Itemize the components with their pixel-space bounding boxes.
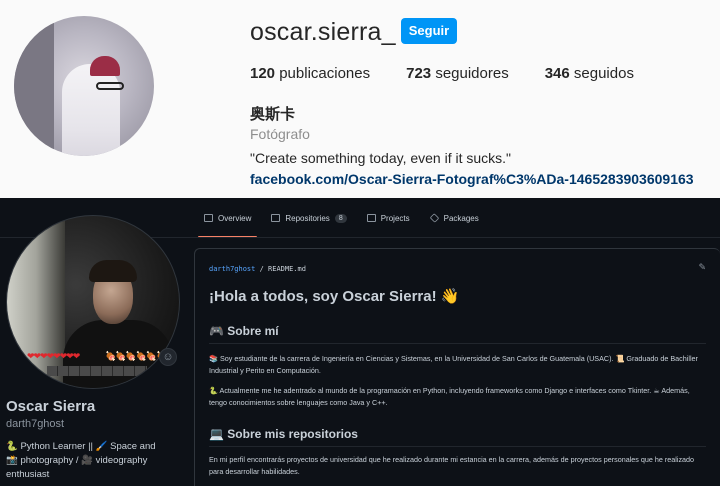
ghost-costume-figure xyxy=(62,64,120,156)
readme-path-separator: / xyxy=(255,265,269,273)
github-bio: 🐍 Python Learner || 🖌️ Space and 📸 photo… xyxy=(6,441,156,480)
github-username: darth7ghost xyxy=(6,418,65,430)
set-status-smiley-icon[interactable]: ☺ xyxy=(159,348,177,366)
section-about-paragraph-2: 🐍 Actualmente me he adentrado al mundo d… xyxy=(209,386,690,407)
readme-path: darth7ghost / README.md xyxy=(209,265,306,273)
repo-icon xyxy=(271,214,281,222)
instagram-category: Fotógrafo xyxy=(250,126,310,142)
readme-card: darth7ghost / README.md ✎ ¡Hola a todos,… xyxy=(194,248,720,486)
tab-packages-label: Packages xyxy=(443,213,479,223)
instagram-profile-header: oscar.sierra_ Seguir 120 publicaciones 7… xyxy=(0,0,720,198)
readme-heading: ¡Hola a todos, soy Oscar Sierra! 👋 xyxy=(209,288,460,305)
avatar-hair xyxy=(89,260,137,282)
followers-label: seguidores xyxy=(435,65,509,82)
github-avatar[interactable]: ❤❤❤❤❤❤❤❤ 🍖🍖🍖🍖🍖🍖🍖 xyxy=(6,215,180,389)
readme-filename: README.md xyxy=(268,265,306,273)
glasses xyxy=(96,82,124,90)
tab-projects-label: Projects xyxy=(380,213,410,223)
tab-projects[interactable]: Projects xyxy=(357,198,420,238)
tab-repositories[interactable]: Repositories 8 xyxy=(261,198,356,238)
instagram-avatar[interactable] xyxy=(14,16,154,156)
profile-stats: 120 publicaciones 723 seguidores 346 seg… xyxy=(250,65,670,82)
beanie-hat xyxy=(90,56,120,76)
posts-label: publicaciones xyxy=(279,65,371,82)
profile-tabs: Overview Repositories 8 Projects Package… xyxy=(194,198,489,238)
avatar-background-wall xyxy=(14,16,54,156)
section-about-title: 🎮 Sobre mí xyxy=(209,324,279,338)
section-about-divider xyxy=(209,343,706,344)
follow-button[interactable]: Seguir xyxy=(401,18,457,44)
following-count: 346 xyxy=(544,65,570,82)
instagram-username: oscar.sierra_ xyxy=(250,18,396,46)
following-label: seguidos xyxy=(573,65,634,82)
package-icon xyxy=(429,213,439,223)
github-profile: Overview Repositories 8 Projects Package… xyxy=(0,198,720,486)
tab-overview-label: Overview xyxy=(218,213,252,223)
following-stat[interactable]: 346 seguidos xyxy=(545,65,634,82)
avatar-window-light xyxy=(7,216,65,388)
book-icon xyxy=(204,214,213,222)
section-repos-divider xyxy=(209,446,706,447)
edit-pencil-icon[interactable]: ✎ xyxy=(698,262,706,273)
hearts-hud: ❤❤❤❤❤❤❤❤ xyxy=(27,351,80,361)
posts-count: 120 xyxy=(250,65,276,82)
section-repos-paragraph: En mi perfil encontrarás proyectos de un… xyxy=(209,455,695,476)
readme-owner-link[interactable]: darth7ghost xyxy=(209,265,255,273)
tab-repositories-label: Repositories xyxy=(285,213,330,223)
section-about-paragraph-1: 📚 Soy estudiante de la carrera de Ingeni… xyxy=(209,354,698,375)
followers-count: 723 xyxy=(406,65,432,82)
hotbar xyxy=(47,366,147,376)
followers-stat[interactable]: 723 seguidores xyxy=(406,65,509,82)
instagram-external-link[interactable]: facebook.com/Oscar-Sierra-Fotograf%C3%AD… xyxy=(250,171,694,187)
repositories-count-badge: 8 xyxy=(334,213,347,223)
posts-stat: 120 publicaciones xyxy=(250,65,370,82)
github-display-name: Oscar Sierra xyxy=(6,398,96,415)
tab-overview[interactable]: Overview xyxy=(194,198,261,238)
instagram-display-name: 奥斯卡 xyxy=(250,106,296,123)
table-icon xyxy=(366,214,376,222)
section-repos-title: 💻 Sobre mis repositorios xyxy=(209,427,358,441)
tab-packages[interactable]: Packages xyxy=(420,198,489,238)
instagram-bio: "Create something today, even if it suck… xyxy=(250,150,512,166)
